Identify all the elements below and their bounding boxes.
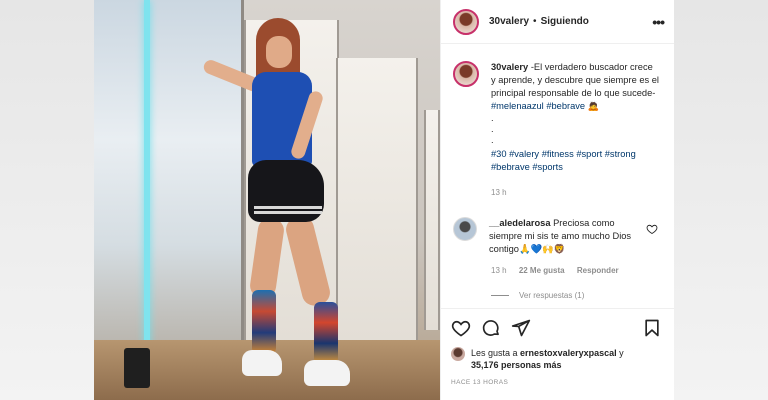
comment: __aledelarosa Preciosa como siempre mi s… <box>453 217 662 256</box>
background-left <box>0 0 94 400</box>
divider-line <box>491 295 509 296</box>
caption-time[interactable]: 13 h <box>491 188 662 197</box>
instagram-post: 30valery • Siguiendo ••• 30valery -El ve… <box>94 0 674 400</box>
likes-middle: y <box>616 348 624 358</box>
caption: 30valery -El verdadero buscador crece y … <box>453 61 662 174</box>
neon-light <box>144 0 150 360</box>
share-icon[interactable] <box>511 318 531 338</box>
likes-user[interactable]: ernestoxvaleryxpascal <box>520 348 617 358</box>
post-username[interactable]: 30valery <box>489 16 529 27</box>
comment-icon[interactable] <box>481 318 501 338</box>
comment-meta: 13 h 22 Me gusta Responder <box>491 266 662 275</box>
hashtag-link[interactable]: #sport <box>576 149 602 159</box>
speaker <box>124 348 150 388</box>
hashtag-link[interactable]: #bebrave <box>491 162 530 172</box>
likes-summary: Les gusta a ernestoxvaleryxpascal y 35,1… <box>451 347 664 371</box>
view-replies-button[interactable]: Ver respuestas (1) <box>491 291 662 300</box>
caption-dot: . <box>491 135 494 145</box>
likes-prefix: Les gusta a <box>471 348 521 358</box>
avatar[interactable] <box>453 8 479 35</box>
hashtag-link[interactable]: #fitness <box>542 149 574 159</box>
avatar[interactable] <box>451 347 465 361</box>
posted-time[interactable]: HACE 13 HORAS <box>451 379 664 386</box>
caption-dot: . <box>491 113 494 123</box>
hashtag-link[interactable]: #strong <box>605 149 636 159</box>
caption-dot: . <box>491 124 494 134</box>
hashtag-link[interactable]: #bebrave <box>546 101 585 111</box>
more-icon[interactable]: ••• <box>652 14 665 30</box>
comment-likes[interactable]: 22 Me gusta <box>519 266 565 275</box>
person-figure <box>194 10 374 395</box>
heart-icon[interactable] <box>451 318 471 338</box>
likes-count[interactable]: 35,176 personas más <box>471 360 562 370</box>
post-side-panel: 30valery • Siguiendo ••• 30valery -El ve… <box>440 0 674 400</box>
reply-button[interactable]: Responder <box>577 266 619 275</box>
hashtag-link[interactable]: #melenaazul <box>491 101 544 111</box>
post-header: 30valery • Siguiendo <box>441 0 674 44</box>
follow-status[interactable]: Siguiendo <box>541 16 589 27</box>
avatar[interactable] <box>453 61 479 87</box>
post-photo[interactable] <box>94 0 440 400</box>
view-replies-label: Ver respuestas (1) <box>519 291 585 300</box>
caption-emoji: 🙇 <box>587 101 600 111</box>
hashtag-link[interactable]: #valery <box>509 149 539 159</box>
comments-scroll-area[interactable]: 30valery -El verdadero buscador crece y … <box>441 45 674 307</box>
window-blind <box>424 110 440 330</box>
hashtag-link[interactable]: #30 <box>491 149 507 159</box>
action-bar: Les gusta a ernestoxvaleryxpascal y 35,1… <box>441 308 674 400</box>
comment-username[interactable]: __aledelarosa <box>489 218 551 228</box>
avatar[interactable] <box>453 217 477 241</box>
comment-time[interactable]: 13 h <box>491 266 507 275</box>
separator-dot: • <box>533 16 537 27</box>
bookmark-icon[interactable] <box>642 318 662 338</box>
caption-username[interactable]: 30valery <box>491 62 528 72</box>
hashtag-link[interactable]: #sports <box>532 162 563 172</box>
comment-like-icon[interactable] <box>646 223 658 235</box>
background-right <box>674 0 768 400</box>
